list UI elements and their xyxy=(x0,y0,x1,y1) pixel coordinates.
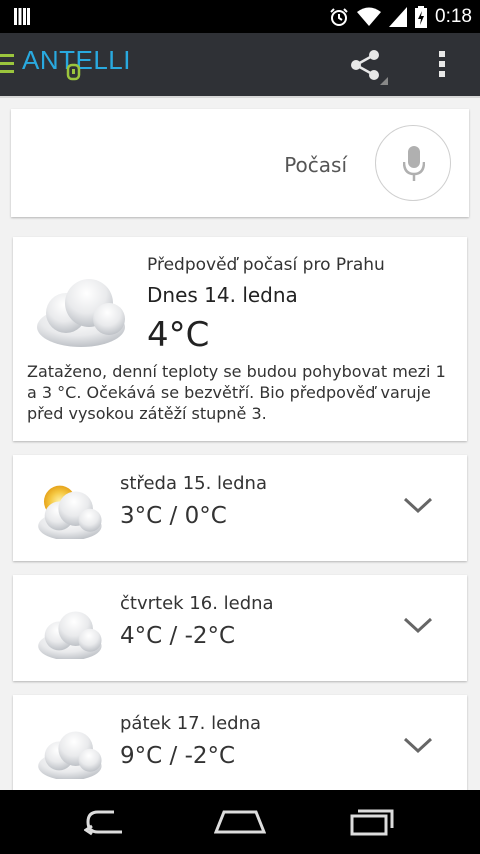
signal-icon xyxy=(389,7,408,27)
voice-search-button[interactable] xyxy=(375,125,451,201)
logo-text: ANTELLI xyxy=(22,45,131,75)
today-description: Zataženo, denní teploty se budou pohybov… xyxy=(27,362,446,423)
day-temperatures: 4°C / -2°C xyxy=(120,623,236,649)
chevron-down-icon[interactable] xyxy=(403,497,433,515)
day-temperatures: 3°C / 0°C xyxy=(120,503,227,529)
microphone-icon xyxy=(403,146,425,181)
status-bar: 0:18 xyxy=(0,0,480,33)
today-forecast-card: Předpověď počasí pro Prahu Dnes 14. ledn… xyxy=(13,237,467,441)
day-temperatures: 9°C / -2°C xyxy=(120,743,236,769)
chevron-down-icon[interactable] xyxy=(403,617,433,635)
cloud-icon xyxy=(38,611,102,659)
chevron-down-icon[interactable] xyxy=(403,737,433,755)
recent-apps-icon[interactable] xyxy=(350,808,396,836)
share-icon[interactable] xyxy=(348,47,390,87)
alarm-icon xyxy=(330,8,348,26)
back-icon[interactable] xyxy=(84,808,130,836)
day-name: středa 15. ledna xyxy=(120,473,267,494)
home-icon[interactable] xyxy=(214,810,266,834)
day-name: čtvrtek 16. ledna xyxy=(120,593,274,614)
day-card-wednesday[interactable]: středa 15. ledna 3°C / 0°C xyxy=(13,455,467,561)
cloud-icon xyxy=(38,731,102,779)
day-card-friday[interactable]: pátek 17. ledna 9°C / -2°C xyxy=(13,695,467,801)
navigation-bar xyxy=(0,790,480,854)
app-bar: ANTELLI xyxy=(0,33,480,96)
cloud-icon xyxy=(37,279,125,347)
search-label: Počasí xyxy=(284,153,347,177)
day-card-thursday[interactable]: čtvrtek 16. ledna 4°C / -2°C xyxy=(13,575,467,681)
drawer-menu-icon[interactable] xyxy=(0,54,14,74)
today-date: Dnes 14. ledna xyxy=(147,283,298,307)
day-name: pátek 17. ledna xyxy=(120,713,262,734)
overflow-menu-icon[interactable] xyxy=(434,49,450,79)
forecast-location: Předpověď počasí pro Prahu xyxy=(147,255,385,275)
app-bar-divider xyxy=(0,96,480,98)
app-logo: ANTELLI xyxy=(22,43,132,87)
battery-icon xyxy=(415,6,428,28)
today-temperature: 4°C xyxy=(147,315,210,355)
partly-sunny-cloud-icon xyxy=(38,485,102,539)
notification-icon xyxy=(14,8,30,25)
clock: 0:18 xyxy=(435,6,472,27)
wifi-icon xyxy=(357,7,382,26)
search-card[interactable]: Počasí xyxy=(11,109,469,217)
